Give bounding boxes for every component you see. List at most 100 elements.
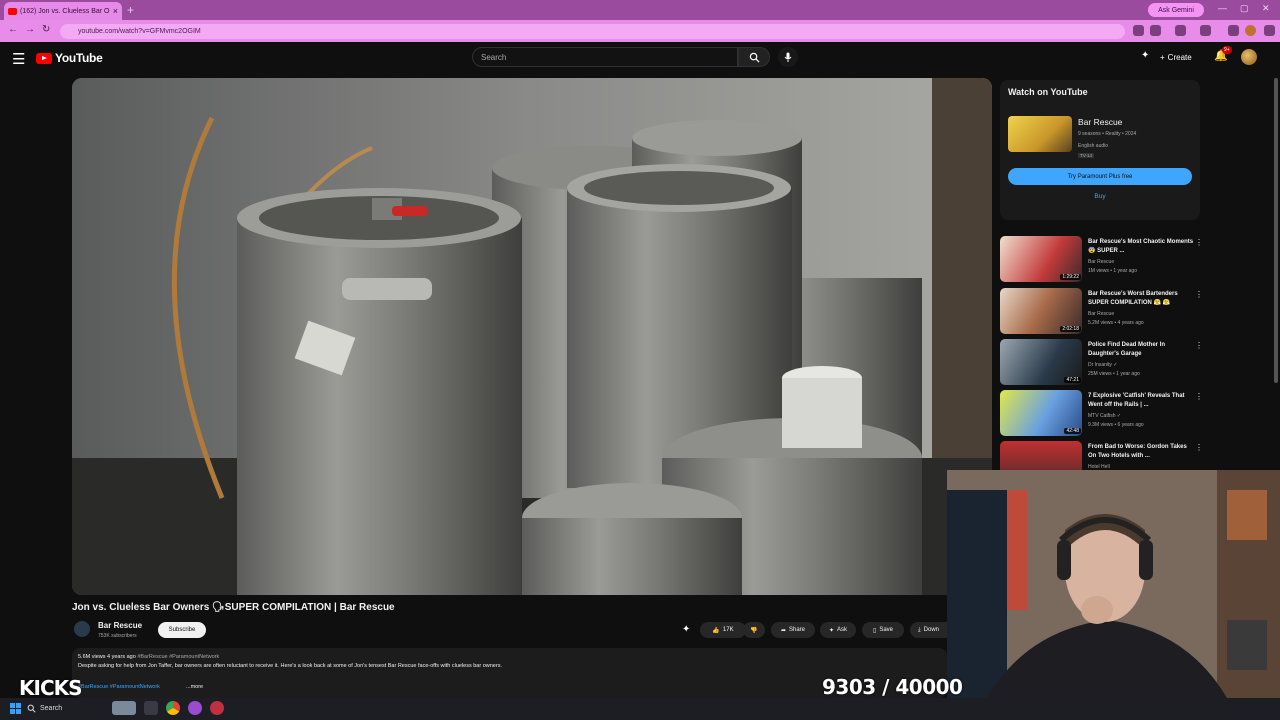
recommended-video[interactable]: 42:48 7 Explosive 'Catfish' Reveals That… [1000,390,1205,438]
browser-menu-icon[interactable] [1264,25,1275,36]
more-options-icon[interactable]: ⋮ [1195,341,1203,350]
recommended-channel[interactable]: MTV Catfish ✓ [1088,413,1121,419]
sparkle-icon: ✦ [828,627,834,634]
video-thumbnail[interactable] [1000,441,1082,470]
forward-arrow-icon[interactable]: → [25,24,35,35]
extensions-icon[interactable] [1175,25,1186,36]
youtube-logo[interactable]: YouTube [36,51,103,65]
dislike-button[interactable]: 👎 [743,622,765,638]
more-options-icon[interactable]: ⋮ [1195,238,1203,247]
save-label: Save [879,627,893,633]
recommended-video-title[interactable]: Bar Rescue's Worst Bartenders SUPER COMP… [1088,290,1196,308]
description-hashtags[interactable]: #BarRescue #ParamountNetwork [137,654,219,660]
recommended-channel[interactable]: Bar Rescue [1088,311,1114,317]
close-window-button[interactable]: ✕ [1262,3,1270,14]
description-hashtag-links[interactable]: #BarRescue #ParamountNetwork [78,684,160,690]
subscribe-button[interactable]: Subscribe [158,622,206,638]
recommended-video[interactable]: 1:29:22 Bar Rescue's Most Chaotic Moment… [1000,236,1205,284]
widgets-icon[interactable] [112,701,136,715]
app-icon[interactable] [210,701,224,715]
video-duration: 1:29:22 [1060,274,1081,280]
recommended-video[interactable]: From Bad to Worse: Gordon Takes On Two H… [1000,441,1205,470]
new-tab-button[interactable]: + [127,3,134,17]
like-button[interactable]: 👍 17K [700,622,746,638]
ask-button[interactable]: ✦ Ask [820,622,856,638]
video-player[interactable] [72,78,992,595]
recommended-video-title[interactable]: From Bad to Worse: Gordon Takes On Two H… [1088,443,1196,461]
sparkle-icon[interactable]: ✦ [682,624,690,635]
tab-close-icon[interactable]: × [113,6,118,16]
recommended-meta: 1M views • 1 year ago [1088,268,1137,274]
more-options-icon[interactable]: ⋮ [1195,443,1203,452]
channel-avatar[interactable] [74,621,90,637]
browser-tab[interactable]: (162) Jon vs. Clueless Bar O × [4,2,122,20]
cast-icon[interactable]: ✦ [1141,50,1149,61]
thumbs-down-icon: 👎 [750,627,758,634]
download-label: Down [923,627,939,633]
create-button[interactable]: + Create [1160,49,1202,65]
extension-icon[interactable] [1228,25,1239,36]
recommended-meta: 5.2M views • 4 years ago [1088,320,1144,326]
webcam-overlay [947,470,1280,698]
recommended-video[interactable]: 2:02:18 Bar Rescue's Worst Bartenders SU… [1000,288,1205,336]
goal-counter: 9303 / 40000 [822,675,963,699]
show-thumbnail[interactable] [1008,116,1072,152]
webcam-feed [947,470,1280,698]
recommended-meta: 25M views • 1 year ago [1088,371,1140,377]
bookmark-star-icon[interactable] [1150,25,1161,36]
recommended-video-title[interactable]: Bar Rescue's Most Chaotic Moments 😨 SUPE… [1088,238,1196,256]
video-duration: 47:21 [1064,377,1081,383]
watch-on-youtube-heading: Watch on YouTube [1008,87,1088,97]
task-view-icon[interactable] [144,701,158,715]
search-button[interactable] [738,47,770,67]
share-button[interactable]: ➦ Share [771,622,815,638]
notification-count-badge: 9+ [1222,46,1232,54]
windows-start-icon[interactable] [10,703,21,714]
minimize-button[interactable]: — [1218,3,1227,13]
create-label: Create [1167,52,1192,62]
keg [237,188,522,595]
bookmark-icon: ▯ [873,627,877,634]
browser-tab-title: (162) Jon vs. Clueless Bar O [20,7,110,15]
buy-button[interactable]: Buy [1008,188,1192,205]
chrome-icon[interactable] [166,701,180,715]
show-name[interactable]: Bar Rescue [1078,117,1122,127]
recommended-channel[interactable]: Bar Rescue [1088,259,1114,265]
more-options-icon[interactable]: ⋮ [1195,392,1203,401]
download-icon: ⤓ [918,626,921,633]
more-options-icon[interactable]: ⋮ [1195,290,1203,299]
search-icon [27,704,36,713]
maximize-button[interactable]: ▢ [1240,3,1249,14]
recommended-video-title[interactable]: Police Find Dead Mother In Daughter's Ga… [1088,341,1196,359]
search-input[interactable]: Search [472,47,738,67]
subscriber-count: 753K subscribers [98,633,137,639]
description-more-button[interactable]: ...more [186,684,203,690]
browser-tab-strip [0,0,1280,20]
extension-icon[interactable] [1200,25,1211,36]
hamburger-menu-icon[interactable]: ☰ [12,50,25,68]
views-and-date: 5.6M views 4 years ago [78,654,136,660]
recommended-video[interactable]: 47:21 Police Find Dead Mother In Daughte… [1000,339,1205,387]
recommended-channel[interactable]: Dr Insanity ✓ [1088,362,1117,368]
app-icon[interactable] [188,701,202,715]
recommended-video-title[interactable]: 7 Explosive 'Catfish' Reveals That Went … [1088,392,1196,410]
page-scrollbar[interactable] [1274,78,1278,383]
show-info: 9 seasons • Reality • 2024 [1078,131,1137,137]
voice-search-button[interactable] [778,47,798,67]
back-arrow-icon[interactable]: ← [8,24,18,35]
description-text: Despite asking for help from Jon Taffer,… [78,663,502,669]
save-button[interactable]: ▯ Save [862,622,904,638]
download-button[interactable]: ⤓ Down [910,622,947,638]
channel-name[interactable]: Bar Rescue [98,621,142,630]
account-avatar[interactable] [1241,49,1257,65]
address-bar[interactable]: youtube.com/watch?v=GFMvmc2OGIM [60,24,1125,39]
plus-icon: + [1160,52,1165,62]
try-paramount-button[interactable]: Try Paramount Plus free [1008,168,1192,185]
ask-gemini-button[interactable]: Ask Gemini [1148,3,1204,17]
reload-icon[interactable]: ↻ [42,24,50,35]
cast-tab-icon[interactable] [1133,25,1144,36]
taskbar-search[interactable]: Search [27,701,107,716]
profile-avatar-icon[interactable] [1245,25,1256,36]
youtube-play-icon [36,52,52,64]
share-arrow-icon: ➦ [780,627,786,634]
